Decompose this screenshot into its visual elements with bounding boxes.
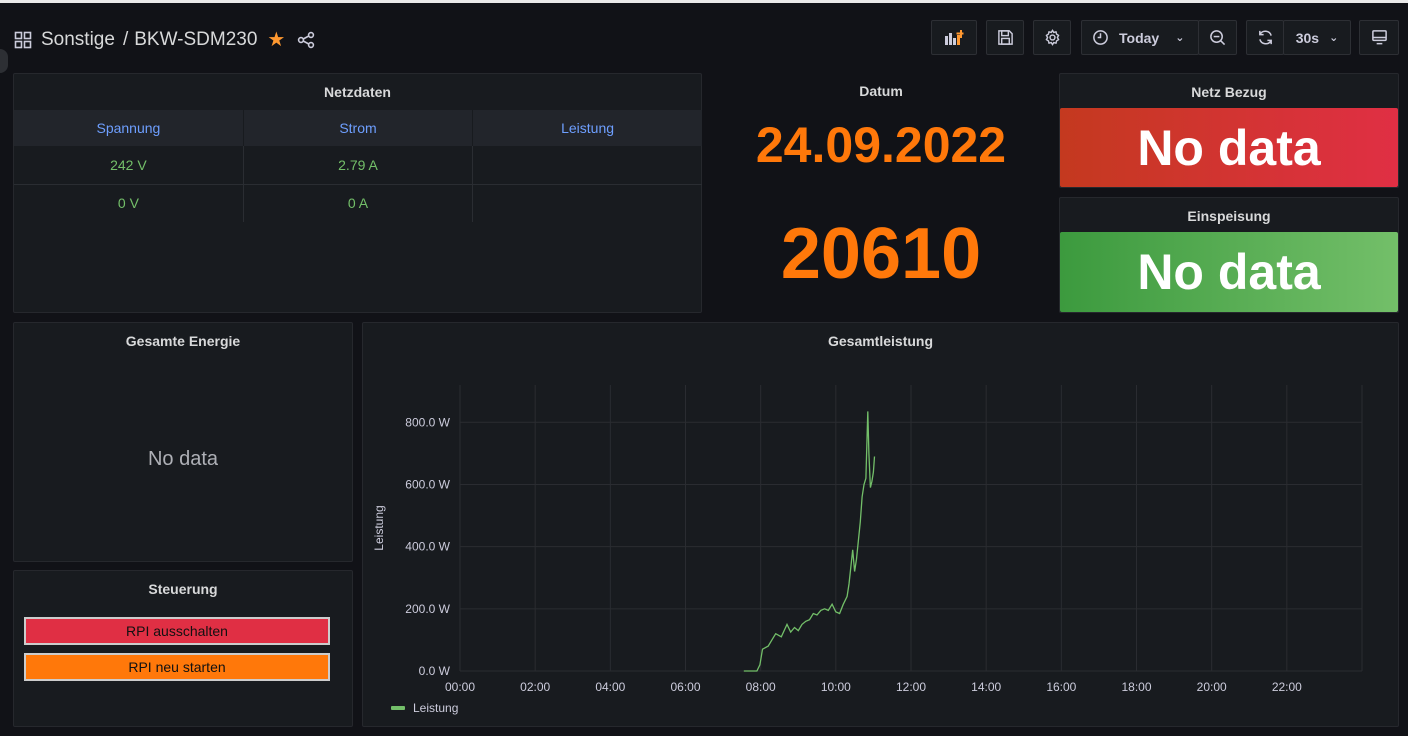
refresh-button[interactable] [1246, 20, 1284, 55]
y-tick-label: 0.0 W [419, 664, 451, 678]
x-tick-label: 06:00 [670, 680, 700, 694]
table-cell: 0 V [14, 184, 244, 222]
x-tick-label: 20:00 [1197, 680, 1227, 694]
chevron-down-icon: ⌄ [1329, 32, 1339, 44]
panel-title: Gesamte Energie [125, 333, 241, 349]
dashboards-grid-icon [14, 31, 32, 48]
datum-panel: Datum 24.09.2022 20610 [709, 73, 1053, 313]
panel-title: Steuerung [148, 581, 218, 597]
gear-icon [1045, 29, 1059, 46]
x-tick-label: 12:00 [896, 680, 926, 694]
refresh-interval-picker[interactable]: 30s ⌄ [1283, 20, 1351, 55]
y-axis-label: Leistung [372, 505, 386, 550]
settings-button[interactable] [1033, 20, 1071, 55]
legend-swatch [391, 706, 405, 710]
panel-title: Einspeisung [1187, 208, 1271, 224]
column-header[interactable]: Leistung [472, 110, 702, 146]
table-cell: 242 V [14, 146, 244, 185]
table-row: 0 V 0 A [14, 184, 702, 222]
time-picker-button[interactable]: Today ⌄ [1081, 20, 1199, 55]
y-tick-label: 600.0 W [405, 477, 450, 491]
y-tick-label: 400.0 W [405, 540, 450, 554]
x-tick-label: 14:00 [971, 680, 1001, 694]
gesamtleistung-panel: Gesamtleistung 00:00 02:00 04:00 06:00 08:00… [362, 322, 1399, 727]
share-icon[interactable] [297, 31, 315, 49]
x-tick-label: 16:00 [1046, 680, 1076, 694]
refresh-interval-label: 30s [1295, 29, 1320, 46]
zoom-out-button[interactable] [1198, 20, 1237, 55]
add-panel-icon [945, 30, 964, 45]
x-tick-label: 18:00 [1121, 680, 1151, 694]
netz-bezug-stat: No data [1060, 108, 1398, 187]
date-value: 24.09.2022 [755, 117, 1007, 173]
breadcrumb-separator: / [122, 28, 129, 50]
x-tick-label: 08:00 [746, 680, 776, 694]
chart-legend[interactable]: Leistung [391, 701, 458, 715]
breadcrumb: Sonstige / BKW-SDM230 ★ [14, 27, 315, 52]
y-tick-label: 200.0 W [405, 602, 450, 616]
table-cell: 0 A [243, 184, 474, 222]
netzdaten-table: Spannung Strom Leistung 242 V 2.79 A 0 V… [14, 110, 702, 222]
x-tick-label: 04:00 [595, 680, 625, 694]
zoom-out-icon [1210, 30, 1226, 46]
monitor-icon [1371, 30, 1387, 45]
x-tick-label: 00:00 [445, 680, 475, 694]
breadcrumb-folder[interactable]: Sonstige [41, 29, 115, 51]
x-tick-label: 10:00 [821, 680, 851, 694]
rpi-restart-button[interactable]: RPI neu starten [24, 653, 330, 681]
legend-label: Leistung [413, 701, 459, 715]
column-header[interactable]: Spannung [14, 110, 244, 146]
rpi-shutdown-button[interactable]: RPI ausschalten [24, 617, 330, 645]
clock-icon [1093, 30, 1108, 45]
table-cell [473, 184, 702, 222]
steuerung-panel: Steuerung RPI ausschalten RPI neu starte… [13, 570, 353, 727]
netz-bezug-panel: Netz Bezug No data [1059, 73, 1399, 188]
x-tick-label: 22:00 [1272, 680, 1302, 694]
einspeisung-panel: Einspeisung No data [1059, 197, 1399, 313]
gesamte-energie-panel: Gesamte Energie No data [13, 322, 353, 562]
tv-mode-button[interactable] [1359, 20, 1399, 55]
column-header[interactable]: Strom [243, 110, 474, 146]
table-cell [472, 146, 702, 185]
star-icon[interactable]: ★ [267, 27, 285, 52]
save-icon [997, 30, 1013, 45]
y-tick-label: 800.0 W [405, 415, 450, 429]
no-data-text: No data [147, 448, 219, 470]
time-range-label: Today [1119, 29, 1160, 46]
panel-title: Netz Bezug [1191, 84, 1267, 100]
table-header-row: Spannung Strom Leistung [14, 110, 702, 146]
panel-title: Datum [859, 83, 903, 99]
series-line-leistung [743, 411, 876, 672]
dashboard-title[interactable]: BKW-SDM230 [134, 29, 257, 51]
chevron-down-icon: ⌄ [1175, 32, 1185, 44]
x-tick-label: 02:00 [520, 680, 550, 694]
einspeisung-stat: No data [1060, 232, 1398, 312]
panel-title: Netzdaten [324, 84, 391, 100]
table-row: 242 V 2.79 A [14, 146, 702, 185]
refresh-icon [1258, 30, 1272, 45]
gesamtleistung-chart[interactable]: 00:00 02:00 04:00 06:00 08:00 10:00 12:00 14:00… [363, 323, 1400, 728]
netzdaten-panel: Netzdaten Spannung Strom Leistung 242 V … [13, 73, 702, 313]
dashboard-header: Sonstige / BKW-SDM230 ★ Today ⌄ 30s ⌄ [0, 3, 1408, 71]
add-panel-button[interactable] [931, 20, 977, 55]
save-dashboard-button[interactable] [986, 20, 1024, 55]
table-cell: 2.79 A [243, 146, 474, 185]
counter-value: 20610 [780, 214, 982, 294]
